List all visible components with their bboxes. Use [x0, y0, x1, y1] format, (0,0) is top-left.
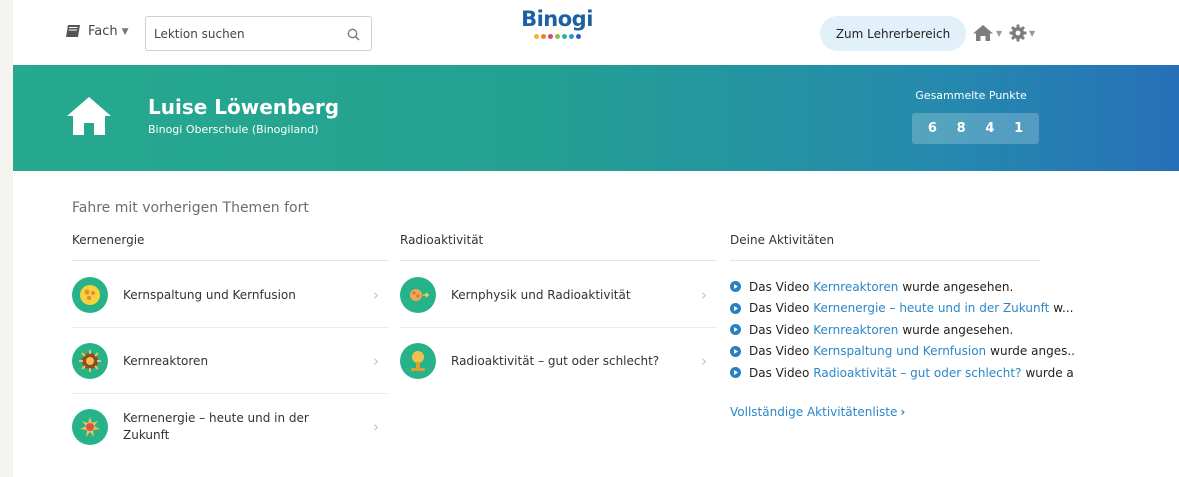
divider [72, 260, 389, 261]
activity-item: Das Video Kernenergie – heute und in der… [730, 298, 1075, 319]
play-icon [730, 302, 741, 314]
topic-label: Kernenergie – heute und in der Zukunft [123, 411, 309, 442]
points-counter: 6 8 4 1 [912, 113, 1039, 144]
logo-dot [547, 34, 553, 39]
search-box [145, 16, 372, 51]
topic-label: Kernreaktoren [123, 353, 209, 368]
full-activity-list-link[interactable]: Vollständige Aktivitätenliste › [730, 405, 905, 419]
logo-dots [517, 34, 597, 39]
chevron-right-icon: › [373, 286, 379, 304]
settings-menu[interactable]: ▼ [1009, 24, 1035, 42]
page: Fach ▼ Binogi Zum Lehrerbereich ▼ [13, 0, 1179, 477]
teacher-area-button[interactable]: Zum Lehrerbereich [820, 16, 966, 51]
activity-list: Das Video Kernreaktoren wurde angesehen.… [730, 276, 1075, 384]
activity-suffix: w... [1053, 301, 1074, 315]
activity-item: Das Video Kernspaltung und Kernfusion wu… [730, 341, 1075, 362]
chevron-down-icon: ▼ [1029, 28, 1036, 38]
chevron-down-icon: ▼ [996, 28, 1003, 38]
activity-prefix: Das Video [749, 322, 810, 337]
logo-dot [575, 34, 581, 39]
logo-dot [568, 34, 574, 39]
gear-icon [1009, 24, 1027, 42]
topic-item[interactable]: Kernreaktoren › [72, 328, 379, 394]
topic-item[interactable]: Kernenergie – heute und in der Zukunft › [72, 394, 379, 460]
topic-label: Kernphysik und Radioaktivität [451, 287, 631, 302]
continue-heading: Fahre mit vorherigen Themen fort [72, 200, 309, 216]
school-name: Binogi Oberschule (Binogiland) [148, 123, 319, 136]
chevron-right-icon: › [373, 352, 379, 370]
activity-suffix: wurde angesehen. [902, 322, 1014, 337]
points-label: Gesammelte Punkte [915, 89, 1027, 102]
activity-item: Das Video Kernreaktoren wurde angesehen. [730, 319, 1075, 340]
topic-icon [72, 277, 108, 313]
user-name: Luise Löwenberg [148, 95, 340, 119]
topic-icon [72, 409, 108, 445]
play-icon [730, 281, 741, 292]
profile-banner: Luise Löwenberg Binogi Oberschule (Binog… [13, 65, 1179, 171]
search-input[interactable] [146, 17, 346, 50]
top-bar: Fach ▼ Binogi Zum Lehrerbereich ▼ [13, 0, 1179, 65]
points-digit: 4 [985, 121, 995, 136]
activity-suffix: wurde angesehen. [902, 279, 1014, 294]
topic-icon [72, 343, 108, 379]
play-icon [730, 367, 741, 378]
topic-label: Kernspaltung und Kernfusion [123, 287, 296, 302]
column-title-radioaktivitaet: Radioaktivität [400, 233, 484, 247]
activity-prefix: Das Video [749, 365, 810, 380]
binogi-logo[interactable]: Binogi [517, 6, 597, 39]
topic-item[interactable]: Kernspaltung und Kernfusion › [72, 262, 379, 328]
activity-video-link[interactable]: Kernenergie – heute und in der Zukunft [813, 301, 1049, 315]
home-icon [973, 25, 993, 41]
topic-label: Radioaktivität – gut oder schlecht? [451, 353, 660, 368]
full-activity-list-label: Vollständige Aktivitätenliste [730, 405, 898, 419]
topic-icon [400, 343, 436, 379]
book-icon [66, 25, 80, 37]
play-icon [730, 345, 741, 357]
points-digit: 8 [956, 121, 966, 136]
logo-dot [533, 34, 539, 39]
search-icon[interactable] [347, 28, 360, 41]
activity-item: Das Video Kernreaktoren wurde angesehen. [730, 276, 1075, 297]
points-digit: 6 [927, 121, 937, 136]
activity-suffix: wurde a... [1025, 365, 1075, 380]
activity-suffix: wurde anges... [990, 344, 1075, 358]
chevron-right-icon: › [900, 405, 906, 419]
activity-video-link[interactable]: Kernreaktoren [813, 280, 898, 294]
chevron-down-icon: ▼ [121, 26, 129, 37]
activity-prefix: Das Video [749, 301, 810, 315]
subject-menu-label: Fach [88, 24, 118, 39]
divider [730, 260, 1040, 261]
column-title-kernenergie: Kernenergie [72, 233, 145, 247]
topic-item[interactable]: Kernphysik und Radioaktivität › [400, 262, 707, 328]
logo-text: Binogi [521, 7, 593, 31]
activity-video-link[interactable]: Kernspaltung und Kernfusion [813, 344, 986, 358]
activities-title: Deine Aktivitäten [730, 233, 835, 247]
subject-menu[interactable]: Fach ▼ [65, 24, 129, 39]
home-icon [67, 97, 111, 135]
home-menu[interactable]: ▼ [972, 24, 1002, 42]
activity-video-link[interactable]: Radioaktivität – gut oder schlecht? [813, 366, 1021, 380]
activity-video-link[interactable]: Kernreaktoren [813, 323, 898, 337]
topic-item[interactable]: Radioaktivität – gut oder schlecht? › [400, 328, 707, 394]
chevron-right-icon: › [701, 352, 707, 370]
chevron-right-icon: › [373, 418, 379, 436]
chevron-right-icon: › [701, 286, 707, 304]
logo-dot [554, 34, 560, 39]
activity-item: Das Video Radioaktivität – gut oder schl… [730, 362, 1075, 383]
logo-dot [561, 34, 567, 39]
play-icon [730, 324, 741, 335]
logo-dot [540, 34, 546, 39]
activity-prefix: Das Video [749, 279, 810, 294]
divider [400, 260, 717, 261]
topic-icon [400, 277, 436, 313]
activity-prefix: Das Video [749, 344, 810, 358]
points-digit: 1 [1014, 121, 1024, 136]
